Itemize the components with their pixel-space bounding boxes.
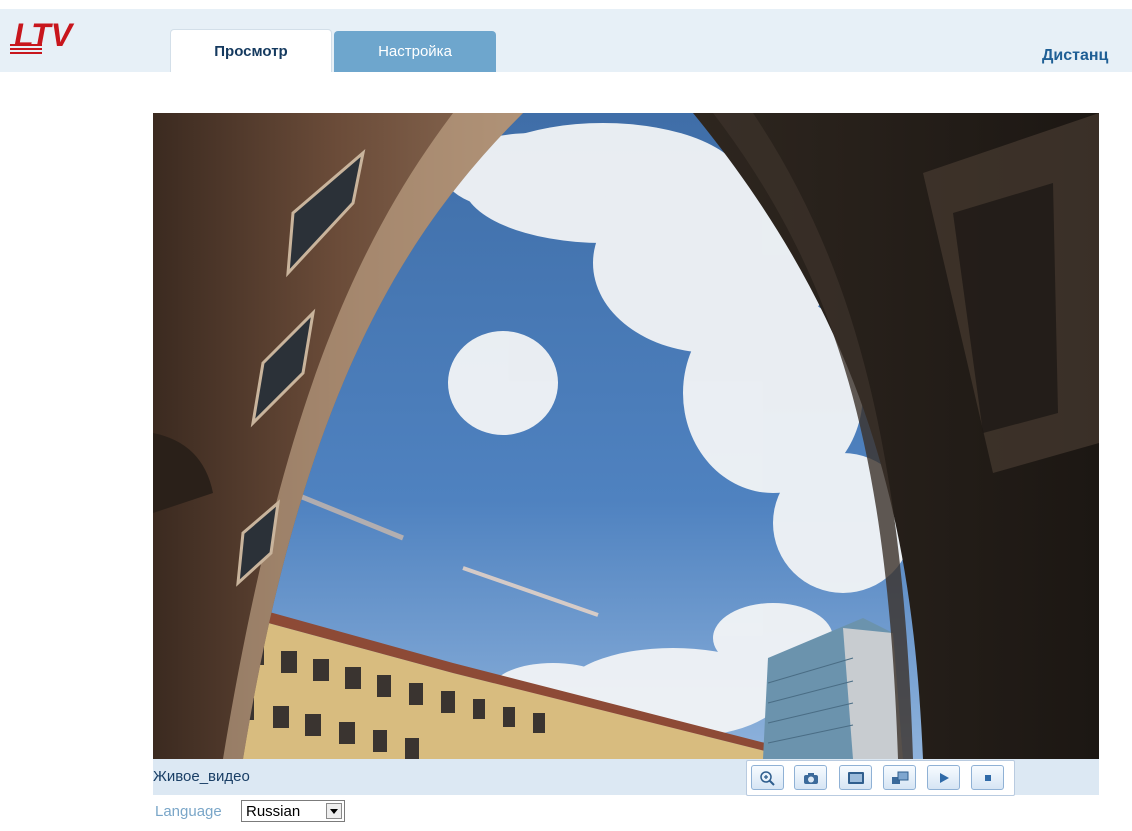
zoom-icon [760, 771, 775, 786]
remote-link[interactable]: Дистанц [1042, 47, 1132, 65]
tab-settings-label: Настройка [378, 43, 452, 60]
control-button-group [746, 760, 1015, 796]
language-label: Language [155, 803, 222, 820]
resize-button[interactable] [883, 765, 916, 790]
resize-icon [892, 771, 909, 784]
tab-view-label: Просмотр [214, 43, 288, 60]
zoom-button[interactable] [751, 765, 784, 790]
camera-icon [804, 773, 818, 784]
language-select[interactable]: Russian [241, 800, 345, 822]
play-button[interactable] [927, 765, 960, 790]
stop-icon [985, 775, 991, 781]
video-control-bar: Живое_видео [153, 759, 1099, 796]
logo-text: LTV [14, 18, 75, 53]
header-bar: LTV Просмотр Настройка Дистанц [0, 9, 1132, 72]
snapshot-button[interactable] [794, 765, 827, 790]
video-frame-image [153, 113, 1099, 759]
language-selected-value: Russian [246, 803, 301, 820]
stop-button[interactable] [971, 765, 1004, 790]
stream-label: Живое_видео [153, 768, 250, 785]
ltv-logo: LTV [10, 18, 75, 54]
fullscreen-icon [848, 772, 864, 784]
chevron-down-icon[interactable] [326, 803, 342, 819]
live-video-feed[interactable] [153, 113, 1099, 759]
tab-view[interactable]: Просмотр [170, 29, 332, 72]
tab-settings[interactable]: Настройка [334, 31, 496, 72]
fullscreen-button[interactable] [839, 765, 872, 790]
play-icon [940, 773, 949, 783]
